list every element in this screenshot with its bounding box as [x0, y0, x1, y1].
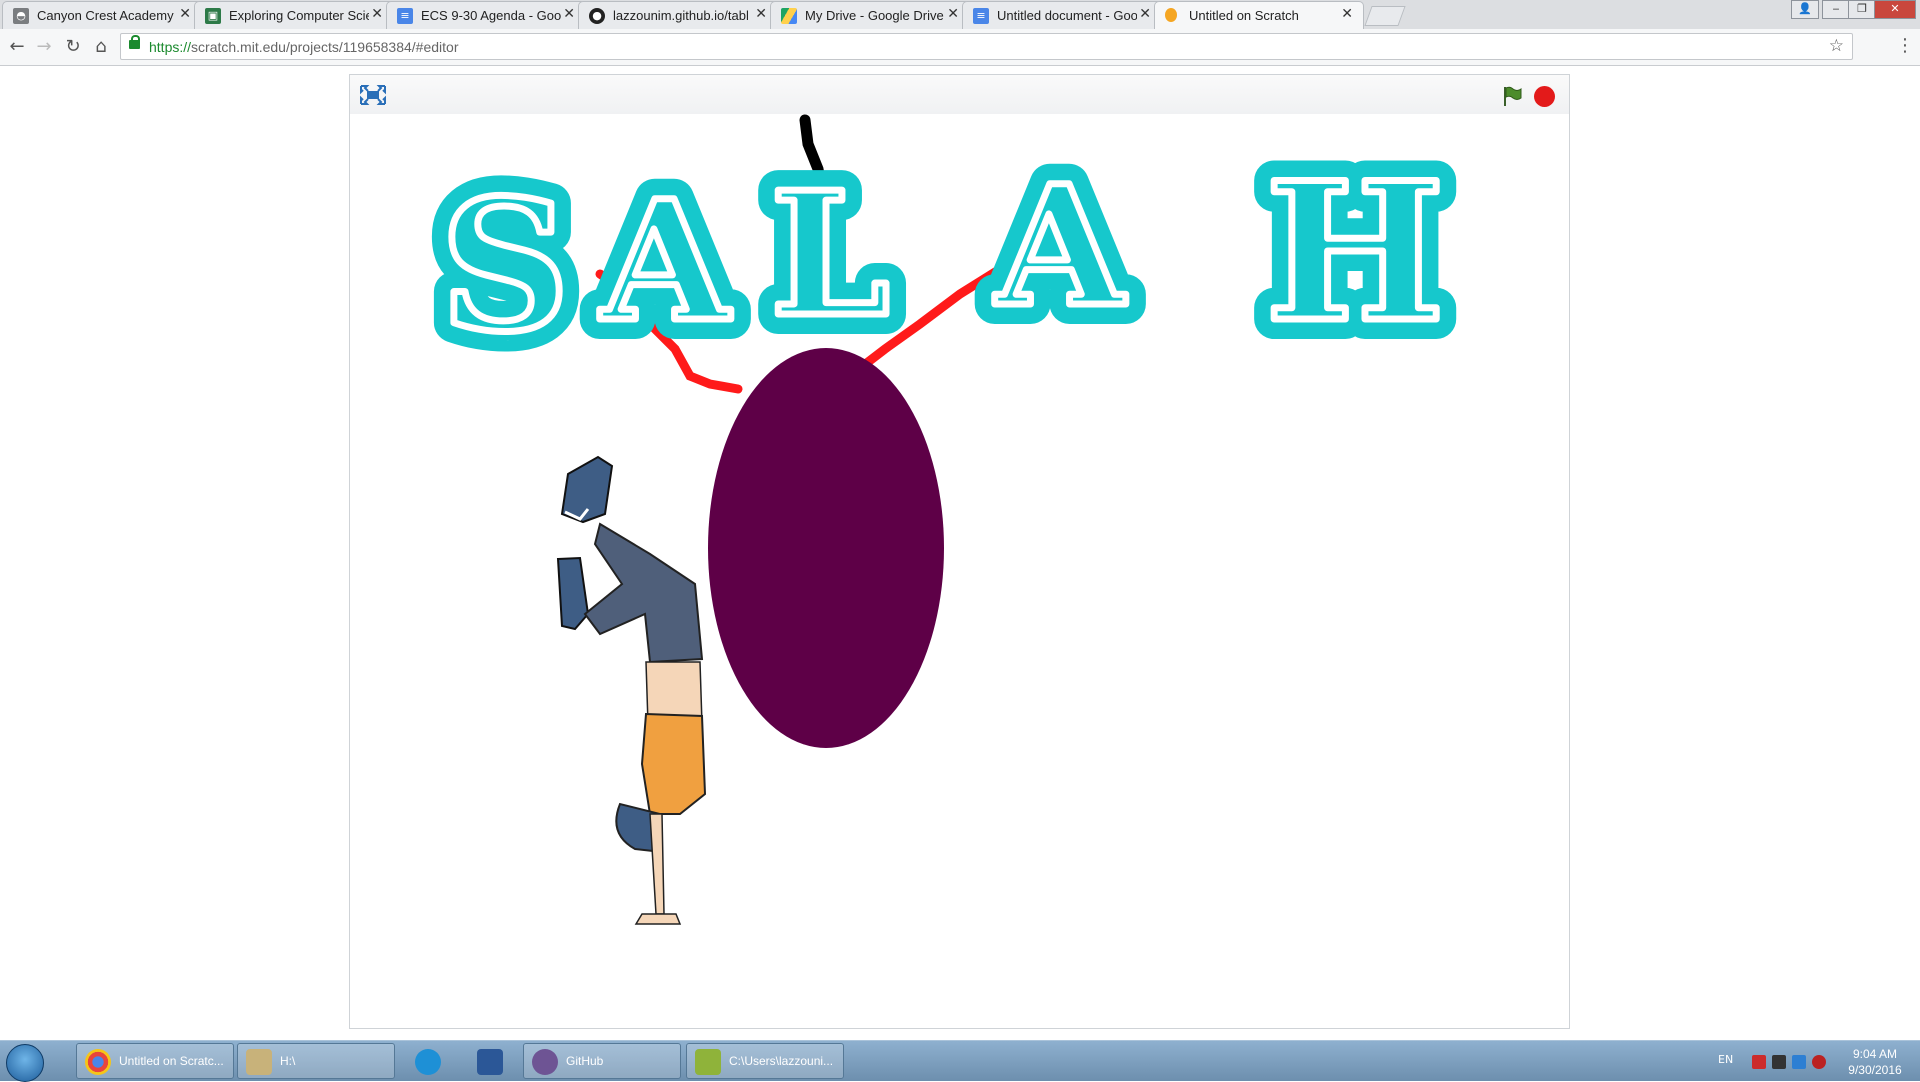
tab-strip: ◓ Canyon Crest Academy - ✕ ▣ Exploring C…	[0, 0, 1920, 29]
tab-ecs-agenda[interactable]: ≡ ECS 9-30 Agenda - Goog ✕	[386, 1, 586, 29]
canyon-crest-favicon: ◓	[13, 8, 29, 24]
clock[interactable]: 9:04 AM 9/30/2016	[1840, 1046, 1910, 1078]
clock-time: 9:04 AM	[1852, 1047, 1898, 1061]
volume-muted-icon[interactable]	[1812, 1055, 1826, 1069]
scratch-player: S S A A L L A A H H	[349, 74, 1570, 1029]
tab-title: ECS 9-30 Agenda - Goog	[421, 8, 561, 23]
chrome-icon	[85, 1049, 111, 1075]
letter-a-second: A A	[974, 129, 1146, 363]
restore-button[interactable]: ❐	[1848, 0, 1876, 19]
system-tray: EN 9:04 AM 9/30/2016	[1700, 1041, 1920, 1081]
tab-github-io[interactable]: ● lazzounim.github.io/tabl ✕	[578, 1, 778, 29]
letter-h: H H	[1245, 121, 1465, 384]
url-scheme: https://	[149, 39, 192, 55]
svg-text:A: A	[599, 164, 731, 358]
url-text: https://scratch.mit.edu/projects/1196583…	[149, 39, 459, 55]
tab-exploring-cs[interactable]: ▣ Exploring Computer Scie ✕	[194, 1, 394, 29]
tab-my-drive[interactable]: My Drive - Google Drive ✕	[770, 1, 970, 29]
tab-title: Untitled on Scratch	[1189, 8, 1299, 23]
taskbar-label: Untitled on Scratc...	[119, 1054, 224, 1068]
tab-title: Untitled document - Goo	[997, 8, 1137, 23]
close-window-button[interactable]: ✕	[1874, 0, 1916, 19]
app-tray-icon[interactable]	[1792, 1055, 1806, 1069]
handstand-character-sprite	[556, 455, 707, 925]
google-docs-favicon: ≡	[973, 8, 989, 24]
classroom-favicon: ▣	[205, 8, 221, 24]
tab-untitled-doc[interactable]: ≡ Untitled document - Goo ✕	[962, 1, 1162, 29]
close-icon[interactable]: ✕	[179, 6, 191, 22]
folder-icon	[246, 1049, 272, 1075]
stage-canvas[interactable]: S S A A L L A A H H	[350, 114, 1569, 1028]
close-icon[interactable]: ✕	[563, 6, 575, 22]
language-indicator[interactable]: EN	[1718, 1053, 1733, 1066]
action-center-icon[interactable]	[1752, 1055, 1766, 1069]
network-icon[interactable]	[1772, 1055, 1786, 1069]
stage-drawing: S S A A L L A A H H	[420, 114, 1465, 925]
purple-ellipse	[708, 348, 944, 748]
reload-icon[interactable]: ↻	[62, 36, 84, 57]
internet-explorer-icon	[415, 1049, 441, 1075]
github-desktop-icon	[532, 1049, 558, 1075]
close-icon[interactable]: ✕	[947, 6, 959, 22]
close-icon[interactable]: ✕	[371, 6, 383, 22]
svg-text:H: H	[1265, 141, 1445, 364]
fullscreen-icon[interactable]	[360, 85, 386, 105]
taskbar-label: H:\	[280, 1054, 296, 1068]
player-controls-bar	[350, 75, 1569, 115]
home-icon[interactable]: ⌂	[90, 36, 112, 57]
taskbar-label: C:\Users\lazzouni...	[729, 1054, 834, 1068]
tab-title: Canyon Crest Academy -	[37, 8, 177, 23]
close-icon[interactable]: ✕	[1341, 6, 1353, 22]
url-path: scratch.mit.edu/projects/119658384/#edit…	[191, 39, 459, 55]
lock-icon	[129, 35, 140, 49]
minimize-button[interactable]: ‒	[1822, 0, 1850, 19]
taskbar-item-chrome[interactable]: Untitled on Scratc...	[76, 1043, 234, 1079]
letter-l: L L	[750, 135, 910, 375]
letter-a-first: A A	[579, 144, 751, 378]
address-bar[interactable]: https://scratch.mit.edu/projects/1196583…	[120, 33, 1853, 60]
green-flag-icon[interactable]	[1501, 85, 1523, 107]
taskbar-item-github[interactable]: GitHub	[523, 1043, 681, 1079]
taskbar-label: GitHub	[566, 1054, 604, 1068]
google-drive-favicon	[781, 8, 797, 24]
github-favicon: ●	[589, 8, 605, 24]
profile-icon[interactable]: 👤	[1791, 0, 1819, 19]
close-icon[interactable]: ✕	[755, 6, 767, 22]
taskbar-item-ie[interactable]	[402, 1043, 456, 1079]
close-icon[interactable]: ✕	[1139, 6, 1151, 22]
forward-arrow-icon[interactable]: →	[33, 36, 55, 57]
bookmark-star-icon[interactable]: ☆	[1829, 36, 1844, 56]
letter-s: S S	[420, 141, 590, 392]
windows-taskbar: Untitled on Scratc... H:\ GitHub C:\User…	[0, 1040, 1920, 1082]
browser-toolbar: ← → ↻ ⌂ https://scratch.mit.edu/projects…	[0, 29, 1920, 66]
svg-text:L: L	[770, 155, 890, 355]
back-arrow-icon[interactable]: ←	[6, 36, 28, 57]
tab-title: Exploring Computer Scie	[229, 8, 369, 23]
tab-scratch[interactable]: Untitled on Scratch ✕	[1154, 1, 1364, 29]
stop-button[interactable]	[1534, 86, 1555, 107]
taskbar-item-explorer[interactable]: H:\	[237, 1043, 395, 1079]
tab-canyon-crest[interactable]: ◓ Canyon Crest Academy - ✕	[2, 1, 202, 29]
google-docs-favicon: ≡	[397, 8, 413, 24]
svg-text:A: A	[994, 149, 1126, 343]
scratch-favicon	[1165, 8, 1177, 22]
taskbar-item-word[interactable]	[464, 1043, 518, 1079]
taskbar-item-app[interactable]: C:\Users\lazzouni...	[686, 1043, 844, 1079]
tab-title: My Drive - Google Drive	[805, 8, 944, 23]
clock-date: 9/30/2016	[1848, 1063, 1902, 1077]
new-tab-button[interactable]	[1364, 6, 1406, 26]
chrome-menu-icon[interactable]: ⋮	[1896, 35, 1914, 56]
tab-title: lazzounim.github.io/tabl	[613, 8, 749, 23]
svg-text:S: S	[440, 161, 570, 372]
application-icon	[695, 1049, 721, 1075]
word-icon	[477, 1049, 503, 1075]
windows-start-button[interactable]	[6, 1044, 44, 1082]
